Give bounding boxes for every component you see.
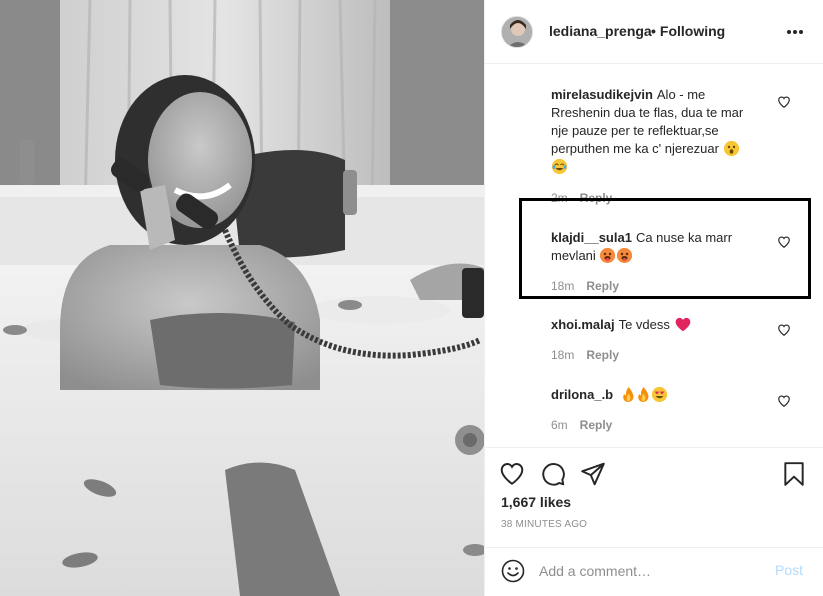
author-username[interactable]: lediana_prenga: [549, 23, 652, 39]
reply-button[interactable]: Reply: [586, 348, 619, 362]
following-label: Following: [659, 23, 726, 39]
comment-item: drilona_.b: [551, 386, 787, 404]
comment-meta: 18m Reply: [551, 348, 619, 362]
comment-item: xhoi.malaj Te vdess: [551, 316, 787, 334]
post-timestamp[interactable]: 38 MINUTES AGO: [501, 519, 587, 530]
red-heart-emoji-icon: [675, 317, 691, 332]
avatar[interactable]: [501, 16, 533, 48]
comment-item: mirelasudikejvin Alo - me Rreshenin dua t…: [551, 86, 787, 176]
more-horizontal-icon[interactable]: [785, 22, 805, 42]
comment-text: perputhen me ka c' njerezuar: [551, 141, 719, 156]
separator-dot: •: [651, 23, 656, 39]
comment-text: Alo - me: [656, 87, 706, 102]
photo-illustration: [0, 0, 484, 596]
reply-button[interactable]: Reply: [580, 418, 613, 432]
comment-username[interactable]: xhoi.malaj: [551, 317, 615, 332]
comment-time: 18m: [551, 348, 575, 362]
comment-text: Te vdess: [618, 317, 670, 332]
bookmark-icon[interactable]: [781, 461, 807, 487]
add-comment-bar: Post: [485, 547, 823, 596]
astonished-face-emoji-icon: [723, 141, 739, 156]
comment-like-heart-icon[interactable]: [777, 394, 791, 408]
comment-like-heart-icon[interactable]: [777, 323, 791, 337]
comment-username[interactable]: drilona_.b: [551, 387, 613, 402]
fire-emoji-icon: [637, 387, 650, 402]
highlight-box: [519, 198, 811, 299]
heart-eyes-emoji-icon: [651, 387, 667, 402]
comment-time: 6m: [551, 418, 568, 432]
comment-text: Rreshenin dua te flas, dua te mar: [551, 105, 744, 120]
comment-input[interactable]: [539, 556, 759, 586]
comment-meta: 6m Reply: [551, 418, 612, 432]
comment-like-heart-icon[interactable]: [777, 95, 791, 109]
fire-emoji-icon: [622, 387, 635, 402]
tears-of-joy-emoji-icon: [552, 159, 567, 174]
comments-list[interactable]: mirelasudikejvin Alo - me Rreshenin dua t…: [485, 65, 823, 447]
comment-username[interactable]: mirelasudikejvin: [551, 87, 653, 102]
post-comment-button[interactable]: Post: [775, 562, 803, 578]
paper-plane-icon[interactable]: [580, 461, 606, 487]
post-side-panel: lediana_prenga • Following mirelasudikejv…: [484, 0, 823, 596]
heart-icon[interactable]: [499, 461, 525, 487]
comment-icon[interactable]: [540, 461, 566, 487]
comment-text: nje pauze per te reflektuar,se: [551, 123, 719, 138]
post-header: lediana_prenga • Following: [485, 0, 823, 64]
post-actions: 1,667 likes 38 MINUTES AGO: [485, 447, 823, 547]
likes-count[interactable]: 1,667 likes: [501, 494, 571, 510]
emoji-smile-icon[interactable]: [501, 559, 525, 583]
post-photo[interactable]: [0, 0, 484, 596]
follow-status[interactable]: • Following: [651, 23, 725, 39]
